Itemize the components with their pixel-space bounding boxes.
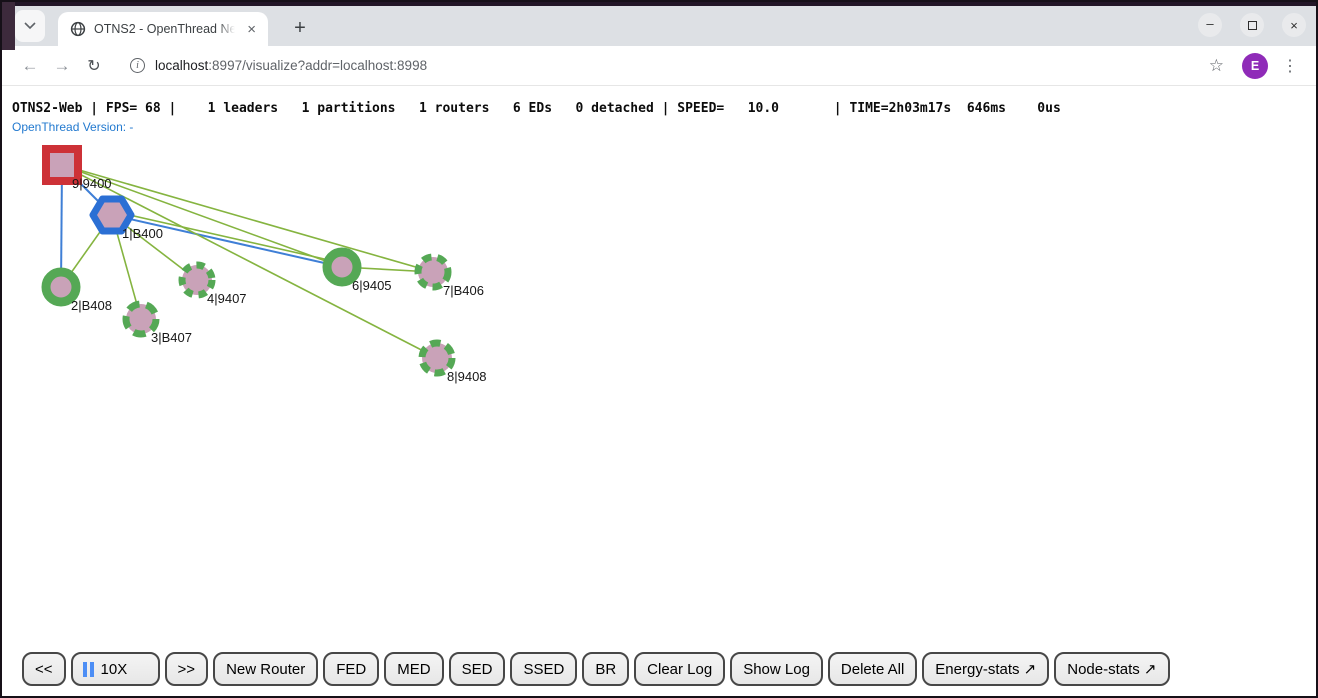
speed-button[interactable]: 10X bbox=[71, 652, 160, 686]
window-corner bbox=[2, 2, 15, 50]
graph-node-7-end-device[interactable] bbox=[418, 257, 448, 287]
omnibox[interactable]: i localhost:8997/visualize?addr=localhos… bbox=[112, 58, 1197, 73]
med-button[interactable]: MED bbox=[384, 652, 443, 686]
url-host: localhost bbox=[155, 58, 208, 73]
graph-node-3-end-device[interactable] bbox=[126, 304, 156, 334]
graph-node-9-leader[interactable] bbox=[46, 149, 78, 181]
clear-log-button-label: Clear Log bbox=[647, 661, 712, 678]
speed-down-button-label: << bbox=[35, 661, 53, 678]
openthread-version: OpenThread Version: - bbox=[12, 120, 133, 134]
graph-node-label-8: 8|9408 bbox=[447, 369, 487, 384]
energy-stats-button-label: Energy-stats ↗ bbox=[935, 660, 1036, 678]
chevron-down-icon bbox=[24, 22, 36, 30]
show-log-button[interactable]: Show Log bbox=[730, 652, 823, 686]
tab-close-icon[interactable]: × bbox=[243, 20, 260, 39]
graph-node-6-end-device[interactable] bbox=[327, 252, 357, 282]
graph-node-label-7: 7|B406 bbox=[443, 283, 484, 298]
maximize-icon bbox=[1248, 21, 1257, 30]
delete-all-button-label: Delete All bbox=[841, 661, 904, 678]
bookmark-star-icon[interactable]: ☆ bbox=[1201, 56, 1232, 76]
med-button-label: MED bbox=[397, 661, 430, 678]
node-stats-button-label: Node-stats ↗ bbox=[1067, 660, 1156, 678]
close-button[interactable]: × bbox=[1282, 13, 1306, 37]
minimize-button[interactable]: – bbox=[1198, 13, 1222, 37]
pause-icon bbox=[83, 662, 94, 677]
graph-node-8-end-device[interactable] bbox=[422, 343, 452, 373]
ssed-button-label: SSED bbox=[523, 661, 564, 678]
visualizer-page: OTNS2-Web | FPS= 68 | 1 leaders 1 partit… bbox=[2, 86, 1316, 695]
tab-strip: OTNS2 - OpenThread Ne × + – × bbox=[2, 6, 1316, 46]
delete-all-button[interactable]: Delete All bbox=[828, 652, 917, 686]
speed-up-button-label: >> bbox=[178, 661, 196, 678]
browser-menu-icon[interactable]: ⋮ bbox=[1278, 56, 1302, 76]
clear-log-button[interactable]: Clear Log bbox=[634, 652, 725, 686]
new-router-button[interactable]: New Router bbox=[213, 652, 318, 686]
url-bar: ← → ↻ i localhost:8997/visualize?addr=lo… bbox=[2, 46, 1316, 86]
graph-node-4-end-device[interactable] bbox=[182, 265, 212, 295]
info-icon[interactable]: i bbox=[130, 58, 145, 73]
browser-tab[interactable]: OTNS2 - OpenThread Ne × bbox=[58, 12, 268, 46]
speed-down-button[interactable]: << bbox=[22, 652, 66, 686]
energy-stats-button[interactable]: Energy-stats ↗ bbox=[922, 652, 1049, 686]
sed-button[interactable]: SED bbox=[449, 652, 506, 686]
url-text[interactable]: localhost:8997/visualize?addr=localhost:… bbox=[155, 58, 427, 73]
network-canvas: 9|94001|B4002|B4083|B4074|94076|94057|B4… bbox=[2, 86, 1318, 646]
new-router-button-label: New Router bbox=[226, 661, 305, 678]
maximize-button[interactable] bbox=[1240, 13, 1264, 37]
node-stats-button[interactable]: Node-stats ↗ bbox=[1054, 652, 1169, 686]
graph-node-label-2: 2|B408 bbox=[71, 298, 112, 313]
tab-search-button[interactable] bbox=[15, 10, 45, 42]
simulation-status: OTNS2-Web | FPS= 68 | 1 leaders 1 partit… bbox=[12, 101, 1061, 116]
globe-favicon bbox=[70, 21, 86, 37]
br-button[interactable]: BR bbox=[582, 652, 629, 686]
graph-node-label-4: 4|9407 bbox=[207, 291, 247, 306]
speed-up-button[interactable]: >> bbox=[165, 652, 209, 686]
fed-button[interactable]: FED bbox=[323, 652, 379, 686]
graph-edge-9-8 bbox=[62, 165, 437, 358]
toolbar: << 10X >> New Router FED MED SED SSED BR Clear Lo… bbox=[22, 652, 1170, 686]
graph-node-label-6: 6|9405 bbox=[352, 278, 392, 293]
new-tab-button[interactable]: + bbox=[286, 14, 314, 42]
window-controls: – × bbox=[1198, 13, 1306, 37]
profile-avatar[interactable]: E bbox=[1242, 53, 1268, 79]
graph-node-label-1: 1|B400 bbox=[122, 226, 163, 241]
sed-button-label: SED bbox=[462, 661, 493, 678]
show-log-button-label: Show Log bbox=[743, 661, 810, 678]
back-icon[interactable]: ← bbox=[16, 52, 44, 80]
forward-icon[interactable]: → bbox=[48, 52, 76, 80]
ssed-button[interactable]: SSED bbox=[510, 652, 577, 686]
graph-node-1-router[interactable] bbox=[93, 199, 131, 231]
graph-node-label-3: 3|B407 bbox=[151, 330, 192, 345]
reload-icon[interactable]: ↻ bbox=[80, 52, 108, 80]
fed-button-label: FED bbox=[336, 661, 366, 678]
tab-title: OTNS2 - OpenThread Ne bbox=[94, 22, 235, 36]
graph-node-2-end-device[interactable] bbox=[46, 272, 76, 302]
speed-button-label: 10X bbox=[101, 661, 128, 678]
br-button-label: BR bbox=[595, 661, 616, 678]
graph-edge-1-6 bbox=[112, 211, 342, 263]
graph-edge-1-6 bbox=[112, 215, 342, 267]
url-path: :8997/visualize?addr=localhost:8998 bbox=[208, 58, 427, 73]
